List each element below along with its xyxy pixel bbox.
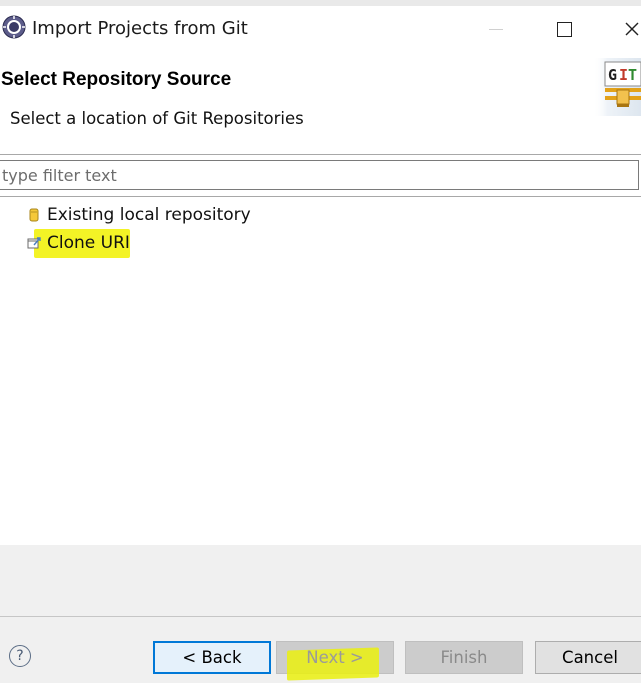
title-bar: Import Projects from Git: [0, 6, 641, 52]
back-button-label: < Back: [182, 648, 242, 667]
highlight-marker: [287, 647, 379, 681]
eclipse-app-icon: [2, 15, 26, 39]
svg-text:T: T: [628, 66, 637, 84]
repository-icon: [26, 207, 42, 223]
maximize-button[interactable]: [544, 12, 584, 46]
help-icon: ?: [16, 648, 24, 664]
window-title: Import Projects from Git: [32, 18, 248, 39]
maximize-icon: [556, 21, 572, 37]
cancel-button[interactable]: Cancel: [535, 641, 641, 674]
page-title: Select Repository Source: [1, 69, 232, 90]
help-button[interactable]: ?: [9, 645, 31, 667]
clone-uri-icon: [26, 235, 42, 251]
button-bar-separator: [0, 616, 641, 617]
page-description: Select a location of Git Repositories: [10, 109, 304, 128]
cancel-button-label: Cancel: [562, 648, 618, 667]
back-button[interactable]: < Back: [153, 641, 271, 674]
minimize-button[interactable]: [476, 12, 516, 46]
tree-item-label: Existing local repository: [47, 205, 251, 225]
tree-item-existing-local-repository[interactable]: Existing local repository: [26, 202, 253, 228]
svg-text:I: I: [619, 66, 628, 84]
finish-button-label: Finish: [440, 648, 488, 667]
git-banner-icon: G I T: [593, 58, 641, 116]
finish-button[interactable]: Finish: [405, 641, 523, 674]
wizard-header: Select Repository Source Select a locati…: [0, 52, 641, 152]
filter-separator: [0, 196, 641, 197]
close-button[interactable]: [612, 12, 641, 46]
header-separator: [0, 154, 641, 155]
close-icon: [625, 22, 639, 36]
filter-input[interactable]: [0, 160, 639, 190]
tree-item-label: Clone URI: [47, 233, 130, 253]
repository-source-tree: Existing local repository Clone URI: [0, 199, 641, 544]
minimize-icon: [489, 28, 503, 30]
svg-text:G: G: [608, 66, 617, 84]
tree-item-clone-uri[interactable]: Clone URI: [26, 230, 132, 256]
